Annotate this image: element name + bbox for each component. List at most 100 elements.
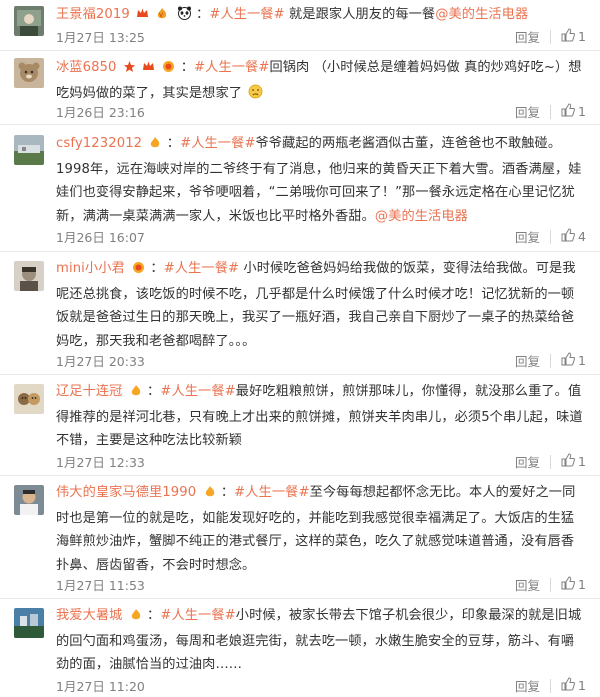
thumbs-up-icon (561, 228, 576, 245)
topic-link[interactable]: #人生一餐# (180, 136, 255, 151)
avatar[interactable] (14, 135, 44, 165)
timestamp: 1月27日 13:25 (56, 30, 145, 45)
thumbs-up-icon (561, 103, 576, 120)
comment-item: 伟大的皇家马德里1990 ：#人生一餐#至今每每想起都怀念无比。本人的爱好之一同… (0, 476, 600, 599)
divider (550, 229, 552, 244)
like-button[interactable]: 1 (561, 576, 586, 593)
comment-body: 冰蓝6850 ：#人生一餐#回锅肉 （小时候总是缠着妈妈做 真的炒鸡好吃~）想吃… (56, 56, 586, 107)
avatar[interactable] (14, 58, 44, 88)
thumbs-up-icon (561, 677, 576, 694)
comment-body: csfy1232012 ：#人生一餐#爷爷藏起的两瓶老酱酒似古董，连爸爸也不敢触… (56, 132, 586, 228)
like-count: 1 (578, 454, 586, 469)
timestamp: 1月27日 20:33 (56, 354, 145, 369)
flame-badge-icon (131, 259, 146, 283)
comment-meta: 1月26日 16:07 回复 4 (56, 227, 586, 245)
divider (550, 678, 552, 693)
vip-crown-icon (142, 58, 155, 82)
thumbs-up-icon (561, 576, 576, 593)
divider (550, 353, 552, 368)
like-count: 1 (578, 577, 586, 592)
avatar[interactable] (14, 6, 44, 36)
comment-body: 辽足十连冠 ：#人生一餐#最好吃粗粮煎饼，煎饼那味儿，你懂得，就没那么重了。值得… (56, 380, 586, 453)
divider (550, 577, 552, 592)
colon: ： (196, 7, 210, 22)
star-badge-icon (123, 58, 136, 82)
flame-badge-icon (203, 483, 217, 507)
thumbs-up-icon (561, 453, 576, 470)
username-link[interactable]: 辽足十连冠 (56, 384, 122, 399)
topic-link[interactable]: #人生一餐# (160, 608, 235, 623)
like-button[interactable]: 1 (561, 103, 586, 120)
like-count: 4 (578, 229, 586, 244)
topic-link[interactable]: #人生一餐# (234, 485, 309, 500)
username-link[interactable]: 王景福2019 (56, 7, 130, 22)
username-link[interactable]: 冰蓝6850 (56, 60, 117, 75)
comment-item: 我爱大暑城 ：#人生一餐#小时候，被家长带去下馆子机会很少，印象最深的就是旧城的… (0, 599, 600, 697)
reply-button[interactable]: 回复 (515, 227, 540, 246)
comment-meta: 1月27日 12:33 回复 1 (56, 452, 586, 470)
timestamp: 1月27日 12:33 (56, 455, 145, 470)
username-link[interactable]: mini小小君 (56, 261, 125, 276)
reply-button[interactable]: 回复 (515, 676, 540, 695)
like-count: 1 (578, 29, 586, 44)
flame-badge-icon (161, 58, 176, 82)
flame-badge-icon (148, 134, 162, 158)
thumbs-up-icon (561, 352, 576, 369)
divider (550, 29, 552, 44)
mention-link[interactable]: @美的生活电器 (375, 209, 468, 224)
avatar[interactable] (14, 261, 44, 291)
avatar[interactable] (14, 485, 44, 515)
flame-badge-icon (129, 382, 143, 406)
colon: ： (150, 261, 164, 276)
comment-text: 就是跟家人朋友的每一餐 (284, 7, 436, 22)
timestamp: 1月26日 16:07 (56, 230, 145, 245)
comment-item: csfy1232012 ：#人生一餐#爷爷藏起的两瓶老酱酒似古董，连爸爸也不敢触… (0, 125, 600, 252)
username-link[interactable]: 我爱大暑城 (56, 608, 122, 623)
like-button[interactable]: 4 (561, 228, 586, 245)
colon: ： (166, 136, 181, 151)
like-button[interactable]: 1 (561, 677, 586, 694)
comment-feed: 王景福2019 V ：#人生一餐# 就是跟家人朋友的每一餐@美的生活电器 1月2… (0, 0, 600, 697)
reply-button[interactable]: 回复 (515, 351, 540, 370)
reply-button[interactable]: 回复 (515, 575, 540, 594)
topic-link[interactable]: #人生一餐# (160, 384, 235, 399)
avatar[interactable] (14, 384, 44, 414)
reply-button[interactable]: 回复 (515, 27, 540, 46)
colon: ： (220, 485, 235, 500)
like-button[interactable]: 1 (561, 453, 586, 470)
reply-button[interactable]: 回复 (515, 102, 540, 121)
mention-link[interactable]: @美的生活电器 (435, 7, 528, 22)
flame-badge-icon: V (155, 5, 170, 29)
comment-item: 辽足十连冠 ：#人生一餐#最好吃粗粮煎饼，煎饼那味儿，你懂得，就没那么重了。值得… (0, 375, 600, 476)
colon: ： (147, 608, 161, 623)
comment-meta: 1月27日 11:20 回复 1 (56, 676, 586, 694)
topic-link[interactable]: #人生一餐# (164, 261, 239, 276)
comment-meta: 1月27日 13:25 回复 1 (56, 27, 586, 45)
timestamp: 1月27日 11:20 (56, 679, 145, 694)
timestamp: 1月27日 11:53 (56, 578, 145, 593)
comment-item: 王景福2019 V ：#人生一餐# 就是跟家人朋友的每一餐@美的生活电器 1月2… (0, 0, 600, 51)
flame-badge-icon (129, 606, 143, 630)
comment-body: 伟大的皇家马德里1990 ：#人生一餐#至今每每想起都怀念无比。本人的爱好之一同… (56, 481, 586, 577)
username-link[interactable]: 伟大的皇家马德里1990 (56, 485, 196, 500)
comment-item: 冰蓝6850 ：#人生一餐#回锅肉 （小时候总是缠着妈妈做 真的炒鸡好吃~）想吃… (0, 51, 600, 125)
comment-meta: 1月27日 20:33 回复 1 (56, 351, 586, 369)
topic-link[interactable]: #人生一餐# (209, 7, 284, 22)
comment-item: mini小小君 ：#人生一餐# 小时候吃爸爸妈妈给我做的饭菜，变得法给我做。可是… (0, 252, 600, 375)
avatar[interactable] (14, 608, 44, 638)
topic-link[interactable]: #人生一餐# (194, 60, 269, 75)
like-button[interactable]: 1 (561, 28, 586, 45)
comment-meta: 1月27日 11:53 回复 1 (56, 575, 586, 593)
comment-body: mini小小君 ：#人生一餐# 小时候吃爸爸妈妈给我做的饭菜，变得法给我做。可是… (56, 257, 586, 353)
colon: ： (180, 60, 195, 75)
like-count: 1 (578, 104, 586, 119)
panda-emoji-icon (177, 5, 192, 29)
like-count: 1 (578, 353, 586, 368)
reply-button[interactable]: 回复 (515, 452, 540, 471)
like-button[interactable]: 1 (561, 352, 586, 369)
username-link[interactable]: csfy1232012 (56, 136, 142, 151)
like-count: 1 (578, 678, 586, 693)
timestamp: 1月26日 23:16 (56, 105, 145, 120)
comment-body: 王景福2019 V ：#人生一餐# 就是跟家人朋友的每一餐@美的生活电器 (56, 3, 586, 29)
comment-meta: 1月26日 23:16 回复 1 (56, 102, 586, 120)
